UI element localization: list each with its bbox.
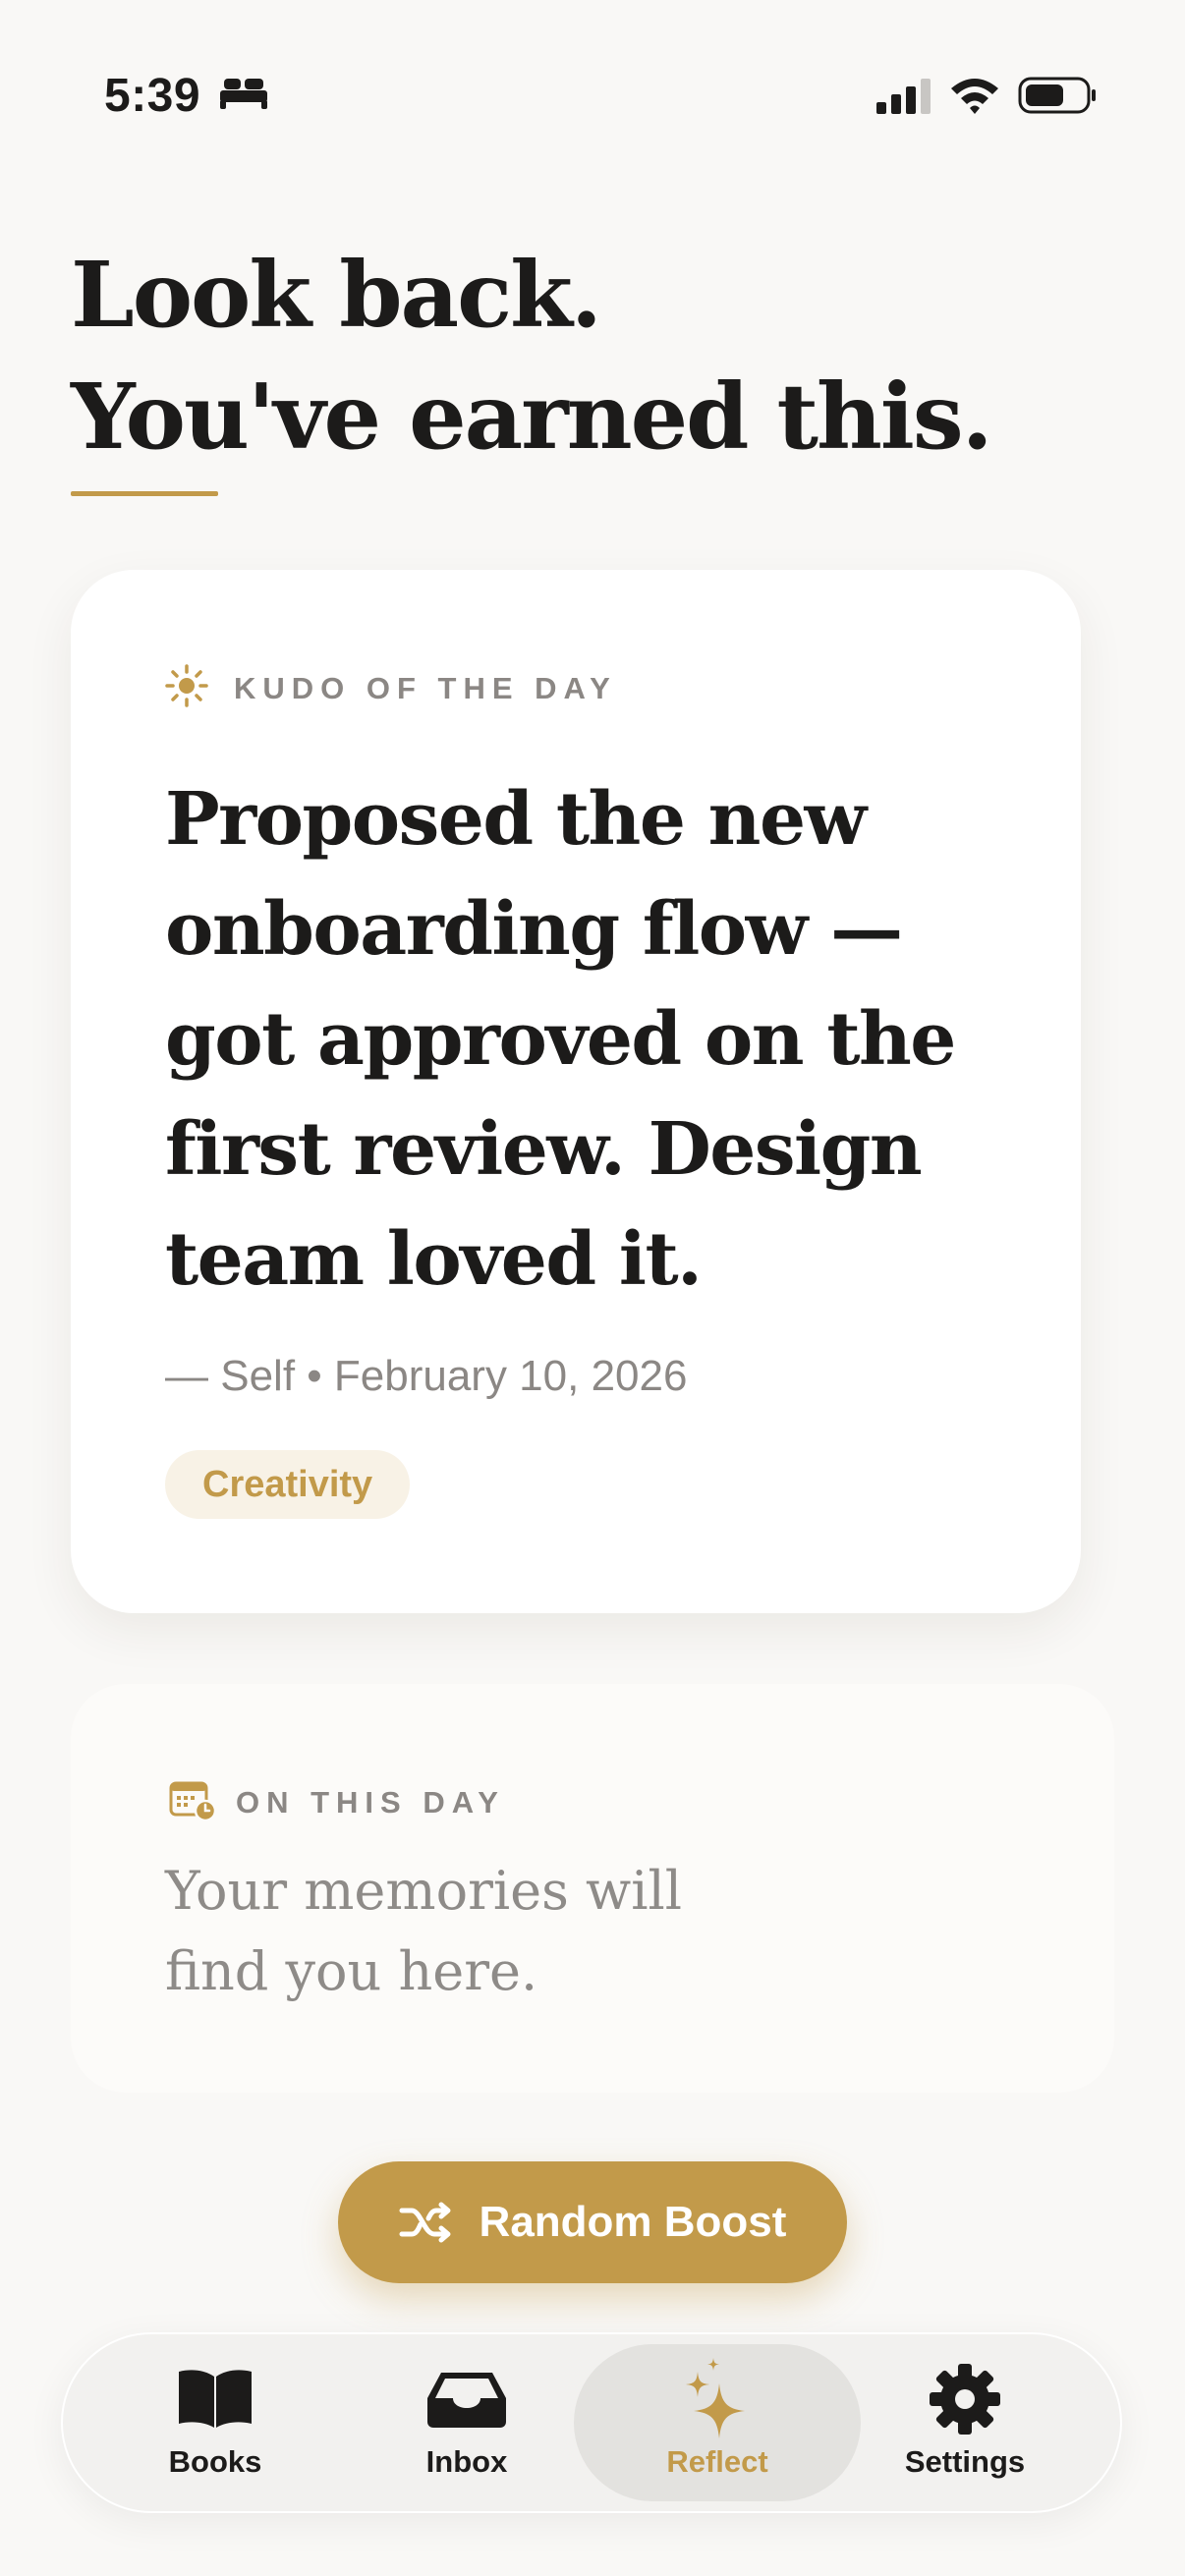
tab-inbox-label: Inbox — [425, 2444, 508, 2479]
page-title-line-2: You've earned this. — [71, 364, 993, 470]
page-title: Look back. You've earned this. — [71, 234, 993, 477]
cellular-signal-icon — [876, 77, 933, 119]
wifi-icon — [949, 75, 1000, 119]
gear-icon — [928, 2358, 1002, 2440]
sun-icon — [165, 664, 208, 712]
page-title-line-1: Look back. — [71, 242, 602, 348]
tab-books[interactable]: Books — [132, 2344, 299, 2501]
kudo-text: Proposed the new onboarding flow — got a… — [165, 777, 956, 1302]
shuffle-icon — [399, 2201, 454, 2244]
book-icon — [175, 2358, 255, 2440]
bed-icon — [218, 77, 269, 115]
tab-settings-label: Settings — [904, 2444, 1026, 2479]
category-tag[interactable]: Creativity — [165, 1450, 411, 1519]
tab-reflect-label: Reflect — [666, 2444, 768, 2479]
tab-bar: Books Inbox Reflect Settings — [61, 2332, 1122, 2513]
random-boost-button[interactable]: Random Boost — [338, 2161, 847, 2283]
status-bar: 5:39 — [0, 0, 1185, 196]
on-this-day-label-row: ON THIS DAY — [169, 1778, 505, 1826]
status-time: 5:39 — [104, 70, 201, 122]
kudo-meta: — Self • February 10, 2026 — [165, 1352, 688, 1400]
battery-icon — [1018, 75, 1099, 121]
random-boost-label: Random Boost — [479, 2198, 787, 2246]
tab-books-label: Books — [168, 2444, 262, 2479]
tab-reflect[interactable]: Reflect — [574, 2344, 861, 2501]
sparkles-icon — [682, 2358, 753, 2440]
tab-settings[interactable]: Settings — [876, 2344, 1053, 2501]
inbox-tray-icon — [425, 2358, 508, 2440]
on-this-day-card: ON THIS DAY Your memories will find you … — [71, 1684, 1114, 2093]
on-this-day-section-label: ON THIS DAY — [236, 1784, 505, 1820]
on-this-day-placeholder-text: Your memories will find you here. — [165, 1860, 683, 2002]
kudo-section-label: KUDO OF THE DAY — [234, 670, 617, 705]
kudo-label-row: KUDO OF THE DAY — [165, 664, 617, 712]
kudo-of-the-day-card[interactable]: KUDO OF THE DAY Proposed the new onboard… — [71, 570, 1081, 1613]
tab-inbox[interactable]: Inbox — [383, 2344, 550, 2501]
title-underline — [71, 491, 218, 496]
reflect-screen: 5:39 Look back. You've earned this. KUDO… — [0, 0, 1185, 2576]
calendar-clock-icon — [169, 1778, 217, 1826]
